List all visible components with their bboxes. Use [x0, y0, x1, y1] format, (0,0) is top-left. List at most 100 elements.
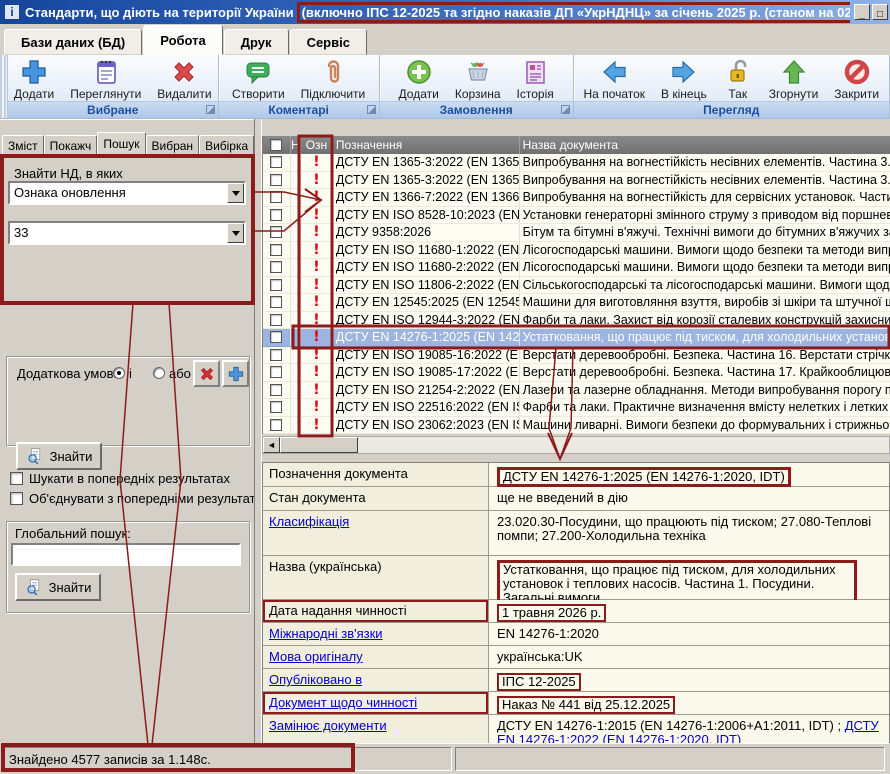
toolbar-button-basket[interactable]: Корзина — [450, 56, 506, 102]
tab-service[interactable]: Сервіс — [290, 29, 367, 55]
row-checkbox[interactable] — [263, 172, 291, 189]
row-designation: ДСТУ EN ISO 19085-16:2022 (EN — [333, 347, 520, 364]
table-row[interactable]: !ДСТУ EN ISO 19085-16:2022 (ENВерстати д… — [263, 347, 890, 365]
left-tab-index[interactable]: Покажч — [44, 135, 98, 156]
table-row[interactable]: !ДСТУ EN ISO 23062:2023 (EN ISМашини лив… — [263, 417, 890, 435]
search-field-select[interactable]: Ознака оновлення — [8, 181, 246, 205]
table-row[interactable]: !ДСТУ EN 1365-3:2022 (EN 1365-Випробуван… — [263, 154, 890, 172]
toolbar-button-delete-favorite[interactable]: Видалити — [152, 56, 216, 102]
checkbox-search-previous[interactable]: Шукати в попередніх результатах — [10, 471, 260, 486]
detail-label-replaces-documents[interactable]: Замінює документи — [263, 715, 489, 744]
toolbar-button-attach-comment[interactable]: Підключити — [296, 56, 371, 102]
left-tab-search[interactable]: Пошук — [97, 132, 145, 156]
global-search-input[interactable] — [11, 543, 241, 566]
detail-value-status: ще не введений в дію — [489, 487, 889, 510]
checkbox-merge-previous[interactable]: Об'єднувати з попередніми результатам — [10, 491, 260, 506]
left-tab-selected[interactable]: Вибран — [146, 135, 200, 156]
table-row[interactable]: !ДСТУ EN ISO 22516:2022 (EN ISФарби та л… — [263, 399, 890, 417]
chevron-down-icon[interactable] — [227, 183, 244, 203]
dialog-launcher-icon[interactable] — [561, 105, 570, 114]
row-checkbox[interactable] — [263, 189, 291, 206]
table-row[interactable]: !ДСТУ EN ISO 19085-17:2022 (ENВерстати д… — [263, 364, 890, 382]
detail-label-published-in[interactable]: Опубліковано в — [263, 669, 489, 691]
radio-or[interactable] — [153, 367, 165, 379]
toolbar-button-view-favorite[interactable]: Переглянути — [65, 56, 146, 102]
table-row[interactable]: !ДСТУ EN 12545:2025 (EN 12545Машини для … — [263, 294, 890, 312]
maximize-button[interactable]: □ — [872, 4, 888, 20]
row-checkbox[interactable] — [263, 224, 291, 241]
horizontal-scrollbar[interactable]: ◄ — [262, 436, 890, 454]
detail-label-original-language[interactable]: Мова оригіналу — [263, 646, 489, 668]
row-checkbox[interactable] — [263, 242, 291, 259]
add-condition-button[interactable] — [222, 360, 249, 387]
table-row[interactable]: !ДСТУ 9358:2026Бітум та бітумні в'яжучі.… — [263, 224, 890, 242]
row-checkbox[interactable] — [263, 364, 291, 381]
minimize-button[interactable]: _ — [854, 4, 870, 20]
table-row[interactable]: !ДСТУ EN ISO 11806-2:2022 (ENСільськогос… — [263, 277, 890, 295]
search-value-select[interactable]: 33 — [8, 221, 246, 245]
left-tab-contents[interactable]: Зміст — [2, 135, 44, 156]
find-button[interactable]: Знайти — [16, 442, 102, 470]
toolbar-button-label: Додати — [399, 87, 439, 101]
radio-and[interactable] — [113, 367, 125, 379]
tab-work[interactable]: Робота — [143, 25, 223, 55]
dialog-launcher-icon[interactable] — [206, 105, 215, 114]
row-checkbox[interactable] — [263, 207, 291, 224]
delete-x-icon — [169, 57, 199, 87]
toolbar-button-history[interactable]: Історія — [512, 56, 559, 102]
checkbox-icon[interactable] — [10, 472, 23, 485]
detail-label-classification[interactable]: Класифікація — [263, 511, 489, 555]
select-all-checkbox[interactable] — [263, 136, 291, 154]
detail-row-replaces-documents: Замінює документиДСТУ EN 14276-1:2015 (E… — [263, 715, 889, 744]
row-checkbox[interactable] — [263, 417, 291, 434]
table-row[interactable]: !ДСТУ EN 1365-3:2022 (EN 1365-Випробуван… — [263, 172, 890, 190]
scrollbar-thumb[interactable] — [280, 437, 358, 453]
row-title: Верстати деревообробні. Безпека. Частина… — [520, 364, 890, 381]
checkbox-icon[interactable] — [10, 492, 23, 505]
detail-label-validity-document[interactable]: Документ щодо чинності — [263, 692, 489, 714]
toolbar-button-close[interactable]: Закрити — [829, 56, 884, 102]
row-designation: ДСТУ EN 1366-7:2022 (EN 1366- — [333, 189, 520, 206]
table-row[interactable]: !ДСТУ EN ISO 11680-1:2022 (ENЛісогоспода… — [263, 242, 890, 260]
plus-icon — [19, 57, 49, 87]
row-n-cell — [291, 154, 301, 171]
global-find-button[interactable]: Знайти — [15, 573, 101, 601]
toolbar-button-to-end[interactable]: В кінець — [656, 56, 712, 102]
toolbar-button-yes[interactable]: Так — [718, 56, 758, 102]
tab-databases[interactable]: Бази даних (БД) — [4, 29, 142, 55]
row-n-cell — [291, 242, 301, 259]
table-row[interactable]: !ДСТУ EN 1366-7:2022 (EN 1366-Випробуван… — [263, 189, 890, 207]
toolbar-button-add-favorite[interactable]: Додати — [9, 56, 59, 102]
tab-print[interactable]: Друк — [224, 29, 289, 55]
table-row[interactable]: !ДСТУ EN ISO 21254-2:2022 (ENЛазери та л… — [263, 382, 890, 400]
row-checkbox[interactable] — [263, 347, 291, 364]
row-checkbox[interactable] — [263, 259, 291, 276]
row-checkbox[interactable] — [263, 382, 291, 399]
scroll-left-icon[interactable]: ◄ — [263, 437, 280, 453]
row-checkbox[interactable] — [263, 277, 291, 294]
remove-condition-button[interactable] — [193, 360, 220, 387]
table-row[interactable]: !ДСТУ EN 14276-1:2025 (EN 142Устаткованн… — [263, 329, 890, 347]
toolbar-button-collapse[interactable]: Згорнути — [764, 56, 824, 102]
panel-splitter[interactable] — [254, 119, 262, 743]
chevron-down-icon[interactable] — [227, 223, 244, 243]
row-checkbox[interactable] — [263, 399, 291, 416]
column-header-name[interactable]: Назва документа — [520, 136, 890, 154]
toolbar-button-add-order[interactable]: Додати — [394, 56, 444, 102]
dialog-launcher-icon[interactable] — [367, 105, 376, 114]
row-checkbox[interactable] — [263, 294, 291, 311]
table-row[interactable]: !ДСТУ EN ISO 11680-2:2022 (ENЛісогоспода… — [263, 259, 890, 277]
column-header-ozn[interactable]: Озн — [301, 136, 333, 154]
row-checkbox[interactable] — [263, 154, 291, 171]
column-header-designation[interactable]: Позначення — [333, 136, 520, 154]
table-row[interactable]: !ДСТУ EN ISO 8528-10:2023 (ENУстановки г… — [263, 207, 890, 225]
window-title: Стандарти, що діють на території України… — [25, 2, 850, 23]
toolbar-button-to-start[interactable]: На початок — [579, 56, 651, 102]
row-checkbox[interactable] — [263, 329, 291, 346]
left-tab-selection[interactable]: Вибірка — [199, 135, 254, 156]
toolbar-button-create-comment[interactable]: Створити — [227, 56, 290, 102]
table-row[interactable]: !ДСТУ EN ISO 12944-3:2022 (ENФарби та ла… — [263, 312, 890, 330]
detail-label-intl-relations[interactable]: Міжнародні зв'язки — [263, 623, 489, 645]
row-checkbox[interactable] — [263, 312, 291, 329]
column-header-n[interactable]: Н — [291, 136, 301, 154]
